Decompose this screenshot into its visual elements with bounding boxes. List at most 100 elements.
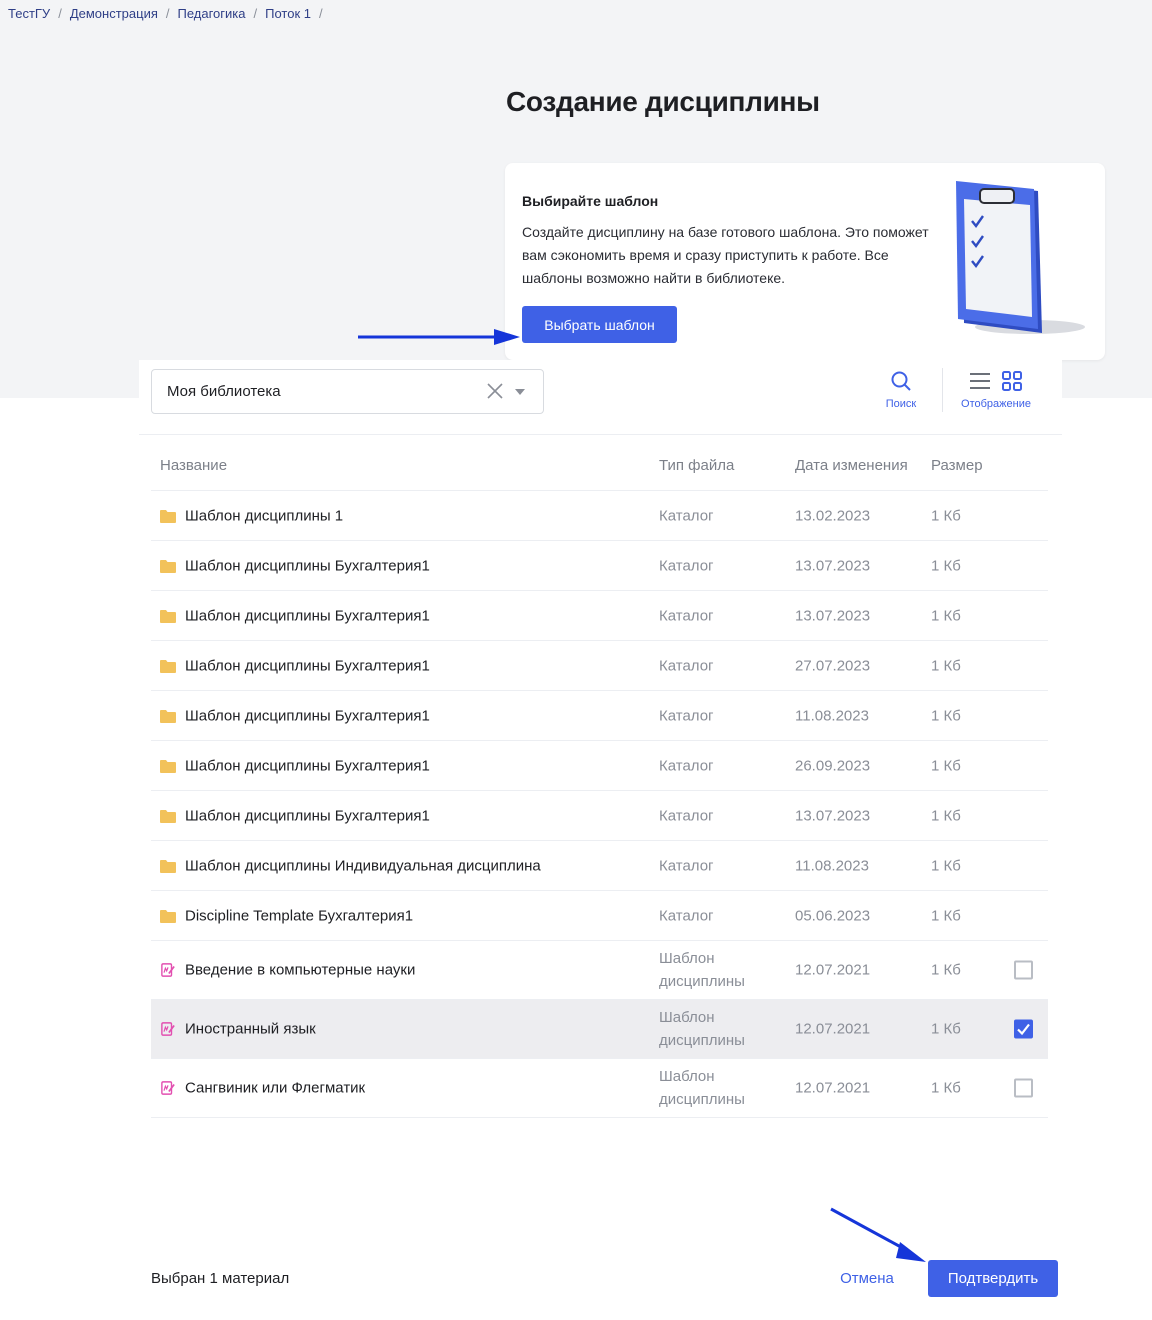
- page-title: Создание дисциплины: [506, 86, 820, 117]
- row-name[interactable]: Шаблон дисциплины Бухгалтерия1: [185, 607, 430, 624]
- row-type-line: дисциплины: [659, 1032, 745, 1049]
- table-row[interactable]: Иностранный язык Шаблон дисциплины 12.07.20…: [151, 1000, 1048, 1059]
- row-type: Каталог: [659, 657, 714, 674]
- breadcrumb-item-1[interactable]: ТестГУ: [8, 6, 50, 21]
- row-type: Каталог: [659, 507, 714, 524]
- column-header-date[interactable]: Дата изменения: [795, 457, 908, 474]
- folder-icon: [160, 809, 176, 823]
- row-checkbox[interactable]: [1014, 960, 1033, 980]
- table-row[interactable]: Шаблон дисциплины 1 Каталог 13.02.2023 1 Кб: [151, 491, 1048, 541]
- view-tool[interactable]: Отображение: [957, 370, 1035, 410]
- row-name[interactable]: Сангвиник или Флегматик: [185, 1080, 365, 1097]
- breadcrumb-item-3[interactable]: Педагогика: [178, 6, 246, 21]
- annotation-arrow-bottom: [830, 1207, 926, 1262]
- folder-icon: [160, 859, 176, 873]
- table-row[interactable]: Шаблон дисциплины Бухгалтерия1 Каталог 13.…: [151, 591, 1048, 641]
- folder-icon: [160, 759, 176, 773]
- table-row[interactable]: Шаблон дисциплины Бухгалтерия1 Каталог 27.…: [151, 641, 1048, 691]
- table-row[interactable]: Сангвиник или Флегматик Шаблон дисциплины 1…: [151, 1059, 1048, 1118]
- row-type: Каталог: [659, 907, 714, 924]
- row-name[interactable]: Шаблон дисциплины Бухгалтерия1: [185, 757, 430, 774]
- library-panel: Моя библиотека Поиск Отображение Названи…: [139, 360, 1062, 1320]
- selection-status: Выбран 1 материал: [151, 1270, 290, 1287]
- row-size: 1 Кб: [931, 657, 961, 674]
- row-size: 1 Кб: [931, 557, 961, 574]
- breadcrumb: ТестГУ / Демонстрация / Педагогика / Пот…: [8, 6, 323, 21]
- row-name[interactable]: Шаблон дисциплины Бухгалтерия1: [185, 657, 430, 674]
- row-name[interactable]: Шаблон дисциплины Бухгалтерия1: [185, 807, 430, 824]
- table-row[interactable]: Шаблон дисциплины Бухгалтерия1 Каталог 26.…: [151, 741, 1048, 791]
- row-name[interactable]: Шаблон дисциплины Бухгалтерия1: [185, 707, 430, 724]
- row-name[interactable]: Discipline Template Бухгалтерия1: [185, 907, 413, 924]
- row-name[interactable]: Шаблон дисциплины 1: [185, 507, 343, 524]
- row-type-line: Шаблон: [659, 1009, 715, 1026]
- row-type: Каталог: [659, 707, 714, 724]
- row-size: 1 Кб: [931, 807, 961, 824]
- table-row[interactable]: Введение в компьютерные науки Шаблон дисци…: [151, 941, 1048, 1000]
- breadcrumb-item-4[interactable]: Поток 1: [265, 6, 311, 21]
- row-date: 12.07.2021: [795, 1020, 871, 1038]
- breadcrumb-separator: /: [253, 6, 258, 21]
- table-row[interactable]: Шаблон дисциплины Индивидуальная дисципл…: [151, 841, 1048, 891]
- breadcrumb-separator: /: [58, 6, 62, 21]
- row-size: 1 Кб: [931, 907, 961, 924]
- toolbar-divider: [942, 368, 943, 412]
- row-name[interactable]: Шаблон дисциплины Бухгалтерия1: [185, 557, 430, 574]
- template-icon: [161, 963, 175, 977]
- row-name[interactable]: Иностранный язык: [185, 1021, 316, 1038]
- row-date: 11.08.2023: [795, 857, 869, 874]
- template-card-description: Создайте дисциплину на базе готового шаб…: [522, 224, 929, 286]
- chevron-down-icon[interactable]: [514, 388, 526, 396]
- breadcrumb-item-2[interactable]: Демонстрация: [70, 6, 158, 21]
- row-date: 12.07.2021: [795, 1079, 871, 1097]
- column-header-type[interactable]: Тип файла: [659, 457, 734, 474]
- library-select[interactable]: Моя библиотека: [151, 369, 544, 414]
- row-date: 12.07.2021: [795, 961, 871, 979]
- template-icon: [161, 1081, 175, 1095]
- row-type: Шаблон дисциплины: [659, 947, 745, 993]
- row-size: 1 Кб: [931, 757, 961, 774]
- row-type-line: дисциплины: [659, 973, 745, 990]
- table-row[interactable]: Шаблон дисциплины Бухгалтерия1 Каталог 13.…: [151, 791, 1048, 841]
- row-size: 1 Кб: [931, 1079, 961, 1097]
- row-type: Шаблон дисциплины: [659, 1006, 745, 1052]
- row-size: 1 Кб: [931, 607, 961, 624]
- choose-template-button[interactable]: Выбрать шаблон: [522, 306, 677, 343]
- row-type: Каталог: [659, 557, 714, 574]
- folder-icon: [160, 909, 176, 923]
- row-date: 11.08.2023: [795, 707, 869, 724]
- row-type: Каталог: [659, 757, 714, 774]
- table-row[interactable]: Шаблон дисциплины Бухгалтерия1 Каталог 11.…: [151, 691, 1048, 741]
- column-header-name[interactable]: Название: [160, 457, 227, 474]
- row-name[interactable]: Введение в компьютерные науки: [185, 962, 415, 979]
- annotation-arrow-top: [358, 329, 520, 345]
- table-row[interactable]: Discipline Template Бухгалтерия1 Каталог 0…: [151, 891, 1048, 941]
- list-view-icon[interactable]: [969, 370, 991, 392]
- row-date: 13.07.2023: [795, 607, 871, 624]
- template-card: Выбирайте шаблон Создайте дисциплину на …: [505, 163, 1105, 360]
- table-row[interactable]: Шаблон дисциплины Бухгалтерия1 Каталог 13.…: [151, 541, 1048, 591]
- row-checkbox[interactable]: [1014, 1019, 1033, 1039]
- row-date: 13.07.2023: [795, 557, 871, 574]
- row-size: 1 Кб: [931, 507, 961, 524]
- row-type: Каталог: [659, 807, 714, 824]
- row-date: 05.06.2023: [795, 907, 871, 924]
- confirm-button[interactable]: Подтвердить: [928, 1260, 1058, 1297]
- search-tool[interactable]: Поиск: [879, 370, 923, 410]
- breadcrumb-separator: /: [318, 6, 323, 21]
- folder-icon: [160, 609, 176, 623]
- folder-icon: [160, 559, 176, 573]
- row-checkbox[interactable]: [1014, 1078, 1033, 1098]
- row-type-line: Шаблон: [659, 1068, 715, 1085]
- row-type-line: дисциплины: [659, 1091, 745, 1108]
- close-icon[interactable]: [485, 381, 505, 401]
- folder-icon: [160, 509, 176, 523]
- grid-view-icon[interactable]: [1001, 370, 1023, 392]
- row-size: 1 Кб: [931, 707, 961, 724]
- column-header-size[interactable]: Размер: [931, 457, 983, 474]
- search-tool-label: Поиск: [885, 398, 917, 410]
- table-header: Название Тип файла Дата изменения Размер: [151, 452, 1048, 491]
- row-type: Каталог: [659, 607, 714, 624]
- files-table: Название Тип файла Дата изменения Размер…: [151, 452, 1048, 1118]
- row-name[interactable]: Шаблон дисциплины Индивидуальная дисципл…: [185, 857, 541, 874]
